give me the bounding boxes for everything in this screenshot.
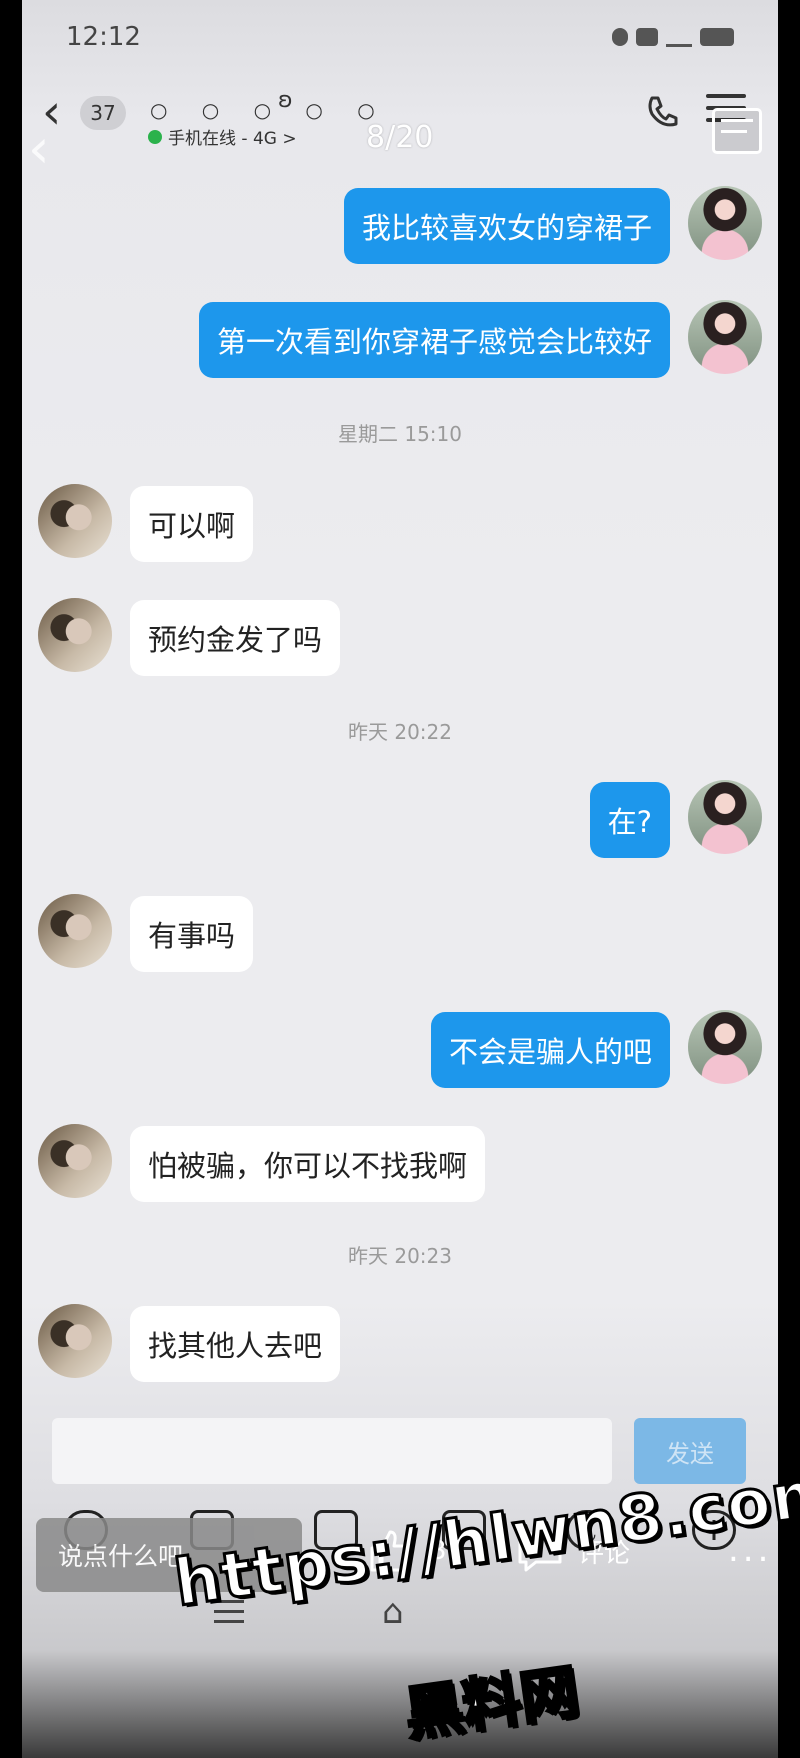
unread-badge: 37 xyxy=(80,96,126,130)
contact-avatar[interactable] xyxy=(38,598,112,672)
viewer-detail-icon[interactable] xyxy=(712,108,762,154)
online-status-text: 手机在线 - 4G > xyxy=(168,129,297,149)
contact-avatar[interactable] xyxy=(38,894,112,968)
contact-name[interactable]: ○ ○ ○ ○ ○ xyxy=(150,98,389,122)
my-avatar[interactable] xyxy=(688,186,762,260)
hd-icon xyxy=(636,27,658,46)
message-bubble-contact[interactable]: 有事吗 xyxy=(130,896,254,972)
phone-call-icon[interactable] xyxy=(642,92,682,132)
message-input[interactable] xyxy=(52,1418,612,1484)
message-bubble-mine[interactable]: 第一次看到你穿裙子感觉会比较好 xyxy=(198,302,670,378)
system-nav-bar: ⌂ xyxy=(22,1592,778,1652)
alarm-icon xyxy=(612,27,628,46)
nav-home-icon[interactable]: ⌂ xyxy=(382,1592,404,1632)
my-avatar[interactable] xyxy=(688,780,762,854)
online-dot-icon xyxy=(148,129,162,144)
status-bar: 12:12 xyxy=(22,0,778,70)
ear-icon: ʚ xyxy=(278,88,293,113)
message-bubble-contact[interactable]: 怕被骗，你可以不找我啊 xyxy=(130,1126,486,1202)
message-bubble-mine[interactable]: 不会是骗人的吧 xyxy=(430,1012,670,1088)
image-counter: 8/20 xyxy=(366,120,434,155)
message-bubble-mine[interactable]: 我比较喜欢女的穿裙子 xyxy=(343,188,670,264)
signal-icon xyxy=(666,26,692,47)
status-time: 12:12 xyxy=(66,22,141,52)
chat-header: ‹ ‹ 37 ○ ○ ○ ○ ○ ʚ 手机在线 - 4G > 8/20 xyxy=(22,80,778,176)
image-viewer-back-icon[interactable]: ‹ xyxy=(28,122,50,176)
message-bubble-mine[interactable]: 在? xyxy=(589,782,670,858)
message-bubble-contact[interactable]: 找其他人去吧 xyxy=(130,1306,341,1382)
message-timestamp: 星期二 15:10 xyxy=(338,422,462,446)
message-bubble-contact[interactable]: 预约金发了吗 xyxy=(130,600,341,676)
status-icons xyxy=(612,26,734,47)
battery-icon xyxy=(700,27,734,46)
contact-avatar[interactable] xyxy=(38,484,112,558)
message-timestamp: 昨天 20:22 xyxy=(348,720,452,744)
online-status: 手机在线 - 4G > xyxy=(148,124,297,149)
my-avatar[interactable] xyxy=(688,1010,762,1084)
message-timestamp: 昨天 20:23 xyxy=(348,1244,452,1268)
comment-placeholder: 说点什么吧 xyxy=(58,1542,184,1571)
message-bubble-contact[interactable]: 可以啊 xyxy=(130,486,254,562)
my-avatar[interactable] xyxy=(688,300,762,374)
contact-avatar[interactable] xyxy=(38,1124,112,1198)
contact-avatar[interactable] xyxy=(38,1304,112,1378)
